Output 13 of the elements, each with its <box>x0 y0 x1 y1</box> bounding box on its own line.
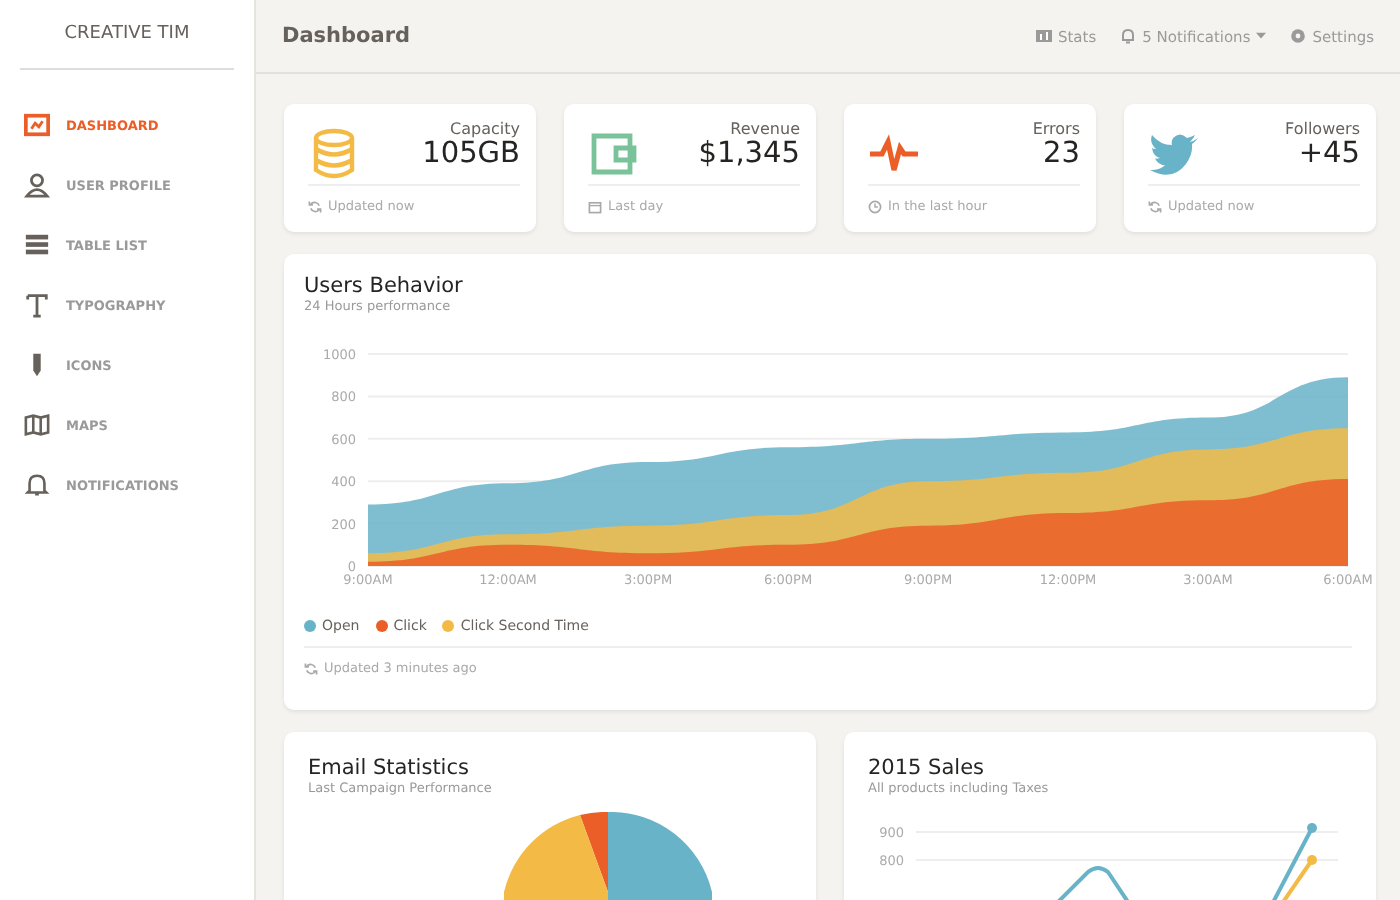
stat-label: Revenue <box>730 120 800 138</box>
card-title: 2015 Sales <box>868 756 987 780</box>
page-title: Dashboard <box>282 24 411 48</box>
stat-value: 23 <box>1043 138 1080 170</box>
stat-value: 105GB <box>422 138 520 170</box>
stat-label: Followers <box>1285 120 1360 138</box>
card-title: Users Behavior <box>304 274 465 298</box>
stat-value: $1,345 <box>698 138 800 170</box>
brand-name: CREATIVE TIM <box>20 0 234 70</box>
stat-label: Errors <box>1032 120 1080 138</box>
card-title: Email Statistics <box>308 756 471 780</box>
stat-value: +45 <box>1298 138 1360 170</box>
stat-label: Capacity <box>450 120 520 138</box>
